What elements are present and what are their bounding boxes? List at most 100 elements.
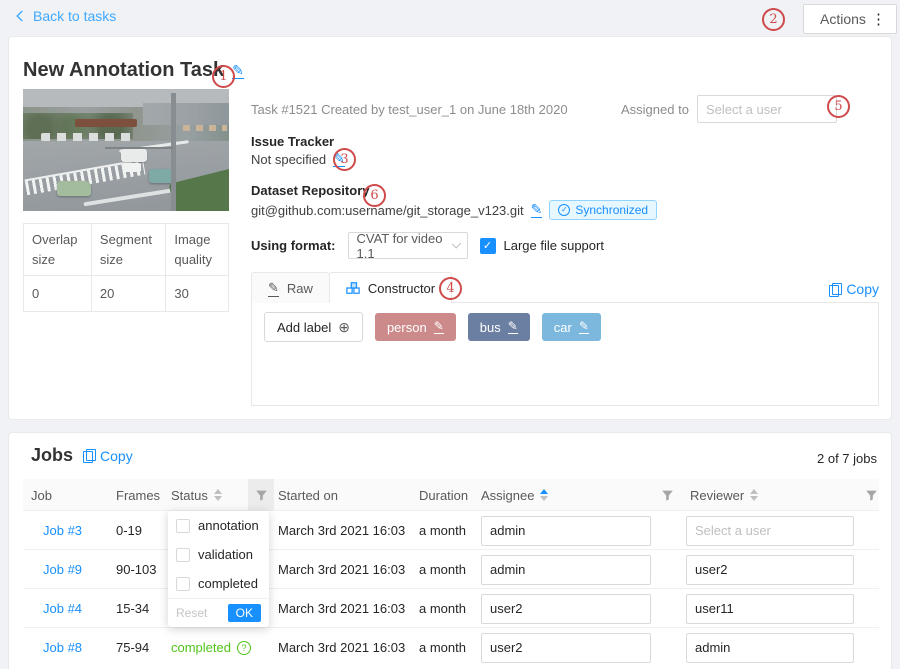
job-reviewer-input[interactable]	[686, 516, 854, 546]
col-job[interactable]: Job	[31, 479, 52, 511]
task-details-card: New Annotation Task ✎	[8, 36, 892, 420]
tab-raw-label: Raw	[287, 281, 313, 296]
filter-reset-button[interactable]: Reset	[176, 606, 207, 620]
large-file-support-checkbox[interactable]: ✓	[480, 238, 496, 254]
filter-option-completed[interactable]: completed	[168, 569, 269, 598]
jobs-card: Jobs Copy 2 of 7 jobs Job Frames Status …	[8, 432, 892, 669]
jobs-title: Jobs	[31, 445, 73, 466]
chevron-down-icon	[452, 239, 461, 248]
col-started[interactable]: Started on	[278, 479, 338, 511]
task-meta: Task #1521 Created by test_user_1 on Jun…	[251, 102, 568, 117]
format-selected-value: CVAT for video 1.1	[357, 231, 453, 261]
param-value-segment: 20	[91, 276, 165, 312]
tab-raw[interactable]: ✎ Raw	[251, 272, 330, 303]
job-link[interactable]: Job #9	[43, 550, 82, 589]
job-duration: a month	[419, 550, 466, 589]
jobs-header: Jobs Copy	[31, 445, 133, 466]
param-header-overlap: Overlap size	[24, 224, 92, 276]
label-tag-bus-name: bus	[480, 320, 501, 335]
callout-3: 3	[333, 148, 356, 171]
tab-constructor[interactable]: Constructor	[329, 272, 452, 303]
edit-repository-icon[interactable]: ✎	[531, 202, 543, 218]
reviewer-sorter[interactable]	[750, 489, 758, 501]
copy-jobs-label: Copy	[100, 448, 133, 464]
job-assignee-input[interactable]	[481, 633, 651, 663]
job-reviewer-input[interactable]	[686, 633, 854, 663]
filter-icon	[865, 489, 878, 502]
col-assignee[interactable]: Assignee	[481, 479, 548, 511]
copy-jobs-link[interactable]: Copy	[83, 448, 133, 464]
job-assignee-input[interactable]	[481, 516, 651, 546]
labels-tab-bar: ✎ Raw Constructor Copy	[251, 272, 879, 303]
assignee-filter-trigger[interactable]	[661, 479, 674, 511]
job-row: Job #3 0-19 March 3rd 2021 16:03 a month	[23, 511, 879, 550]
task-title-row: New Annotation Task ✎	[23, 59, 244, 82]
label-tag-bus[interactable]: bus ✎	[468, 313, 530, 341]
preview-pole	[171, 93, 176, 211]
col-frames[interactable]: Frames	[116, 479, 160, 511]
sync-badge-label: Synchronized	[575, 203, 648, 217]
edit-label-icon[interactable]: ✎	[434, 320, 444, 334]
large-file-support-label: Large file support	[504, 238, 604, 253]
callout-1: 1	[212, 65, 235, 88]
label-tag-car[interactable]: car ✎	[542, 313, 601, 341]
question-circle-icon[interactable]: ?	[237, 641, 251, 655]
filter-icon	[255, 489, 268, 502]
callout-5: 5	[827, 95, 850, 118]
status-sorter[interactable]	[214, 489, 222, 501]
job-duration: a month	[419, 511, 466, 550]
format-select[interactable]: CVAT for video 1.1	[348, 232, 468, 259]
issue-tracker-label: Issue Tracker	[251, 134, 334, 149]
chevron-left-icon	[14, 9, 25, 23]
label-tag-person[interactable]: person ✎	[375, 313, 456, 341]
actions-label: Actions	[820, 11, 866, 27]
job-assignee-input[interactable]	[481, 555, 651, 585]
job-status: completed ?	[171, 628, 251, 667]
preview-crossbar	[105, 147, 173, 149]
callout-4: 4	[439, 277, 462, 300]
col-reviewer[interactable]: Reviewer	[690, 479, 758, 511]
job-row: Job #9 90-103 March 3rd 2021 16:03 a mon…	[23, 550, 879, 589]
checkbox-unchecked[interactable]	[176, 519, 190, 533]
copy-icon	[829, 283, 840, 296]
job-reviewer-input[interactable]	[686, 594, 854, 624]
preview-white-car	[123, 163, 141, 172]
job-link[interactable]: Job #8	[43, 628, 82, 667]
job-assignee-input[interactable]	[481, 594, 651, 624]
actions-button[interactable]: Actions ⋮	[803, 4, 897, 34]
assignee-sorter[interactable]	[540, 489, 548, 501]
sync-status-badge: ✓ Synchronized	[549, 200, 657, 220]
preview-teal-van	[149, 169, 173, 183]
assigned-to-input[interactable]	[697, 95, 837, 123]
filter-option-validation[interactable]: validation	[168, 540, 269, 569]
job-started: March 3rd 2021 16:03	[278, 511, 405, 550]
reviewer-filter-trigger[interactable]	[865, 479, 878, 511]
callout-2: 2	[762, 8, 785, 31]
job-link[interactable]: Job #4	[43, 589, 82, 628]
filter-ok-button[interactable]: OK	[228, 604, 261, 622]
dataset-repository-value-row: git@github.com:username/git_storage_v123…	[251, 200, 657, 220]
status-filter-trigger[interactable]	[248, 479, 274, 511]
col-duration[interactable]: Duration	[419, 479, 468, 511]
copy-icon	[83, 449, 94, 462]
pencil-icon: ✎	[268, 280, 279, 297]
edit-label-icon[interactable]: ✎	[508, 320, 518, 334]
copy-labels-label: Copy	[846, 281, 879, 297]
large-file-support-group: ✓ Large file support	[480, 238, 604, 254]
checkbox-unchecked[interactable]	[176, 577, 190, 591]
cvat-task-page: Back to tasks Actions ⋮ 1 2 3 4 5 6 New …	[0, 0, 900, 669]
label-tag-car-name: car	[554, 320, 572, 335]
filter-option-annotation[interactable]: annotation	[168, 511, 269, 540]
job-reviewer-input[interactable]	[686, 555, 854, 585]
add-label-button[interactable]: Add label ⊕	[264, 312, 363, 342]
add-label-text: Add label	[277, 320, 331, 335]
filter-icon	[661, 489, 674, 502]
edit-label-icon[interactable]: ✎	[579, 320, 589, 334]
back-to-tasks-link[interactable]: Back to tasks	[14, 8, 116, 24]
col-status[interactable]: Status	[171, 479, 222, 511]
copy-labels-link[interactable]: Copy	[829, 272, 879, 302]
checkbox-unchecked[interactable]	[176, 548, 190, 562]
assigned-to-group: Assigned to	[621, 95, 837, 123]
back-to-tasks-label: Back to tasks	[33, 8, 116, 24]
job-link[interactable]: Job #3	[43, 511, 82, 550]
